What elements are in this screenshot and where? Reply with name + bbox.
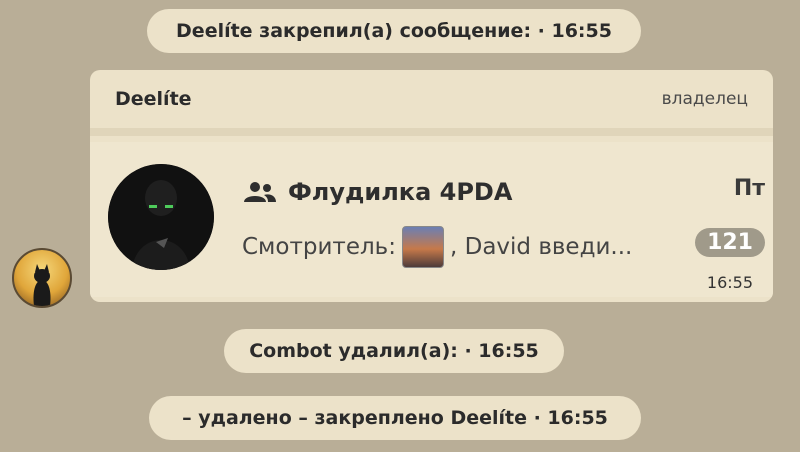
channel-title: Флудилка 4PDA bbox=[288, 178, 513, 206]
pinned-message-card[interactable]: Deelíte владелец Флудилка 4PDA Пт Смотри… bbox=[90, 70, 773, 302]
last-message-day: Пт bbox=[733, 176, 765, 201]
author-name[interactable]: Deelíte bbox=[115, 88, 192, 110]
photo-thumbnail bbox=[401, 226, 444, 268]
card-header: Deelíte владелец bbox=[90, 70, 773, 128]
last-message-preview: Смотритель: , David введи... bbox=[242, 226, 632, 268]
pin-notice: Deelíte закрепил(а) сообщение: · 16:55 bbox=[147, 9, 641, 53]
group-icon bbox=[242, 180, 278, 204]
forwarded-chat-preview[interactable]: Флудилка 4PDA Пт Смотритель: , David вве… bbox=[90, 142, 773, 297]
preview-text: , David введи... bbox=[449, 234, 633, 260]
deleted-notice: – удалено – закреплено Deelíte · 16:55 bbox=[149, 396, 641, 440]
cat-avatar[interactable] bbox=[12, 248, 72, 308]
message-time: 16:55 bbox=[702, 273, 757, 292]
unread-count-badge: 121 bbox=[695, 228, 765, 257]
author-role: владелец bbox=[661, 89, 748, 109]
channel-title-row: Флудилка 4PDA bbox=[242, 178, 512, 206]
channel-avatar[interactable] bbox=[108, 164, 214, 270]
divider bbox=[90, 128, 773, 136]
preview-sender: Смотритель: bbox=[242, 234, 396, 260]
combot-notice: Combot удалил(а): · 16:55 bbox=[224, 329, 564, 373]
